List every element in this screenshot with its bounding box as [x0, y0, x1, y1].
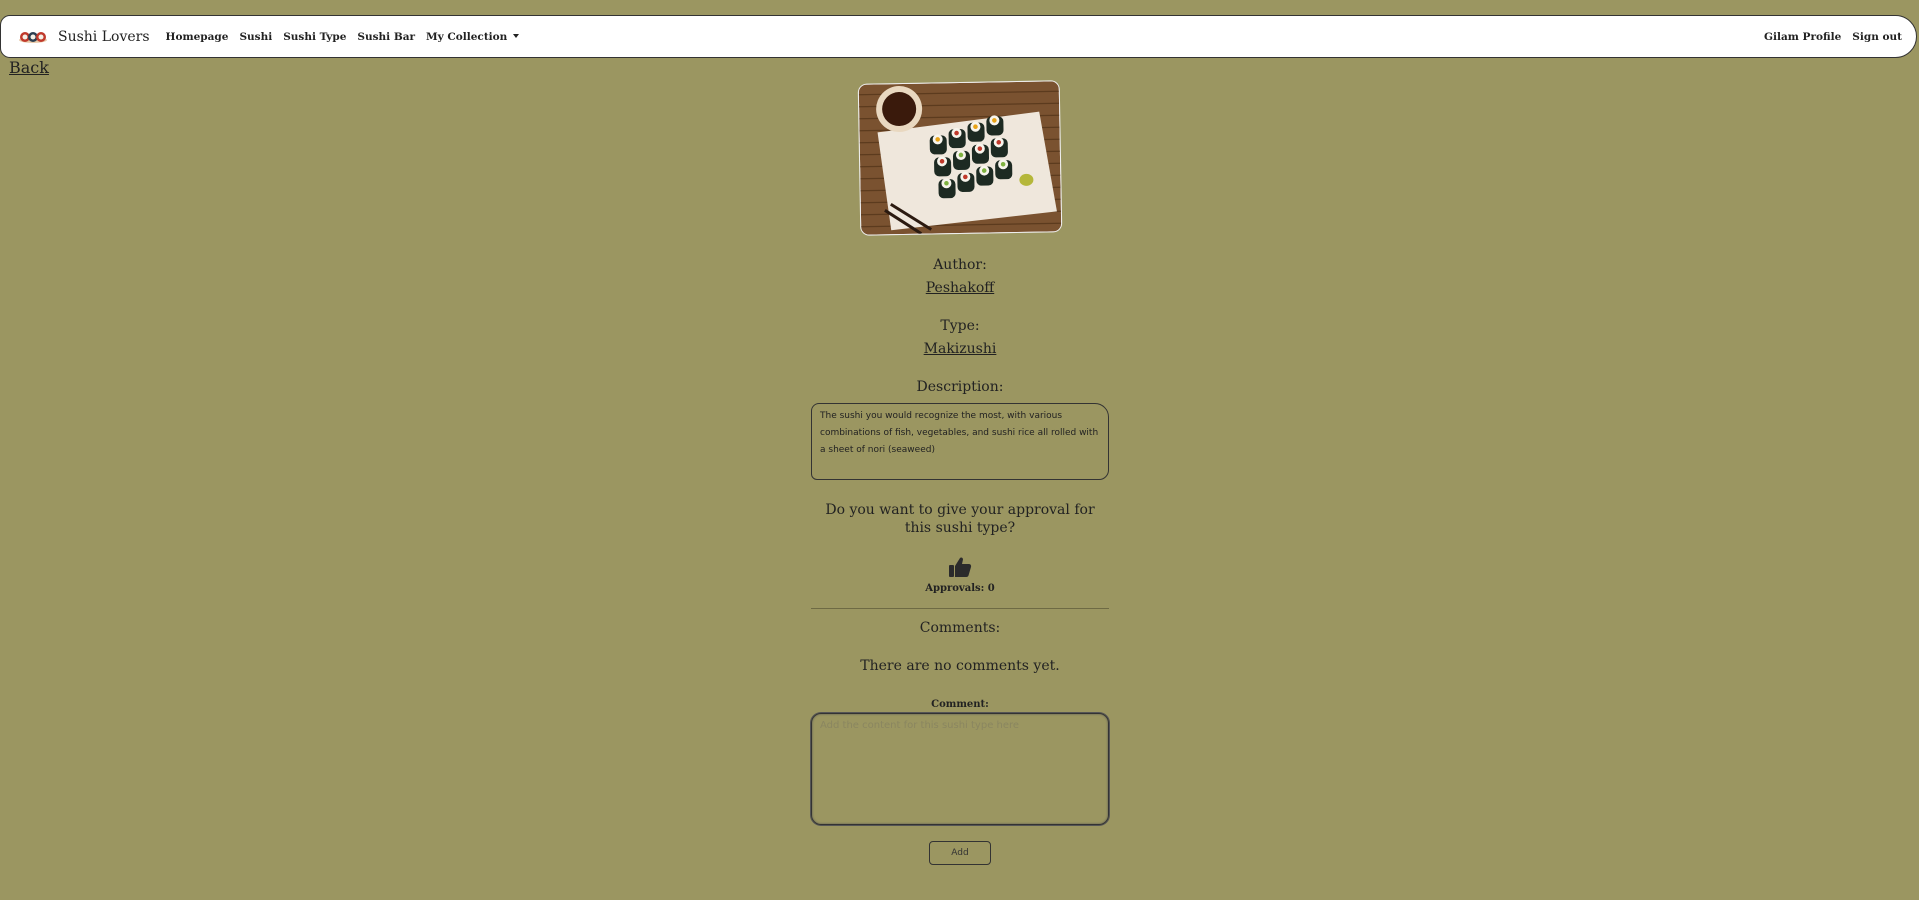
nav-homepage[interactable]: Homepage	[166, 31, 229, 43]
sushi-details: Author: Peshakoff Type: Makizushi Descri…	[811, 81, 1109, 865]
no-comments-message: There are no comments yet.	[860, 658, 1060, 674]
approval-question: Do you want to give your approval for th…	[825, 502, 1095, 536]
sushi-photo-icon	[858, 81, 1062, 235]
back-link[interactable]: Back	[9, 58, 49, 77]
comment-field-label: Comment:	[931, 699, 989, 710]
brand-link[interactable]: Sushi Lovers	[18, 29, 150, 45]
nav-my-collection-label: My Collection	[426, 30, 508, 43]
nav-sushi[interactable]: Sushi	[239, 31, 272, 43]
comments-heading: Comments:	[919, 620, 1001, 636]
nav-links: Homepage Sushi Sushi Type Sushi Bar My C…	[166, 31, 531, 43]
sushi-logo-icon	[19, 31, 47, 43]
caret-down-icon	[513, 33, 520, 38]
divider	[811, 608, 1109, 609]
navbar: Sushi Lovers Homepage Sushi Sushi Type S…	[0, 15, 1917, 58]
nav-right: Gilam Profile Sign out	[1753, 31, 1902, 43]
approvals-count: Approvals: 0	[925, 583, 995, 594]
sushi-image	[858, 81, 1062, 235]
add-comment-button[interactable]: Add	[929, 841, 991, 865]
type-link[interactable]: Makizushi	[924, 341, 997, 357]
author-link[interactable]: Peshakoff	[926, 280, 994, 296]
approve-button[interactable]	[948, 555, 972, 579]
nav-my-collection-dropdown[interactable]: My Collection	[426, 30, 520, 43]
author-label: Author:	[933, 257, 987, 273]
description-box: The sushi you would recognize the most, …	[811, 403, 1109, 480]
type-label: Type:	[940, 318, 980, 334]
nav-sign-out[interactable]: Sign out	[1852, 31, 1902, 43]
nav-sushi-type[interactable]: Sushi Type	[283, 31, 346, 43]
brand-name: Sushi Lovers	[58, 28, 150, 45]
nav-sushi-bar[interactable]: Sushi Bar	[357, 31, 415, 43]
comment-input[interactable]	[811, 713, 1109, 825]
thumbs-up-icon	[949, 557, 972, 577]
nav-profile[interactable]: Gilam Profile	[1764, 31, 1841, 43]
description-label: Description:	[916, 379, 1004, 395]
